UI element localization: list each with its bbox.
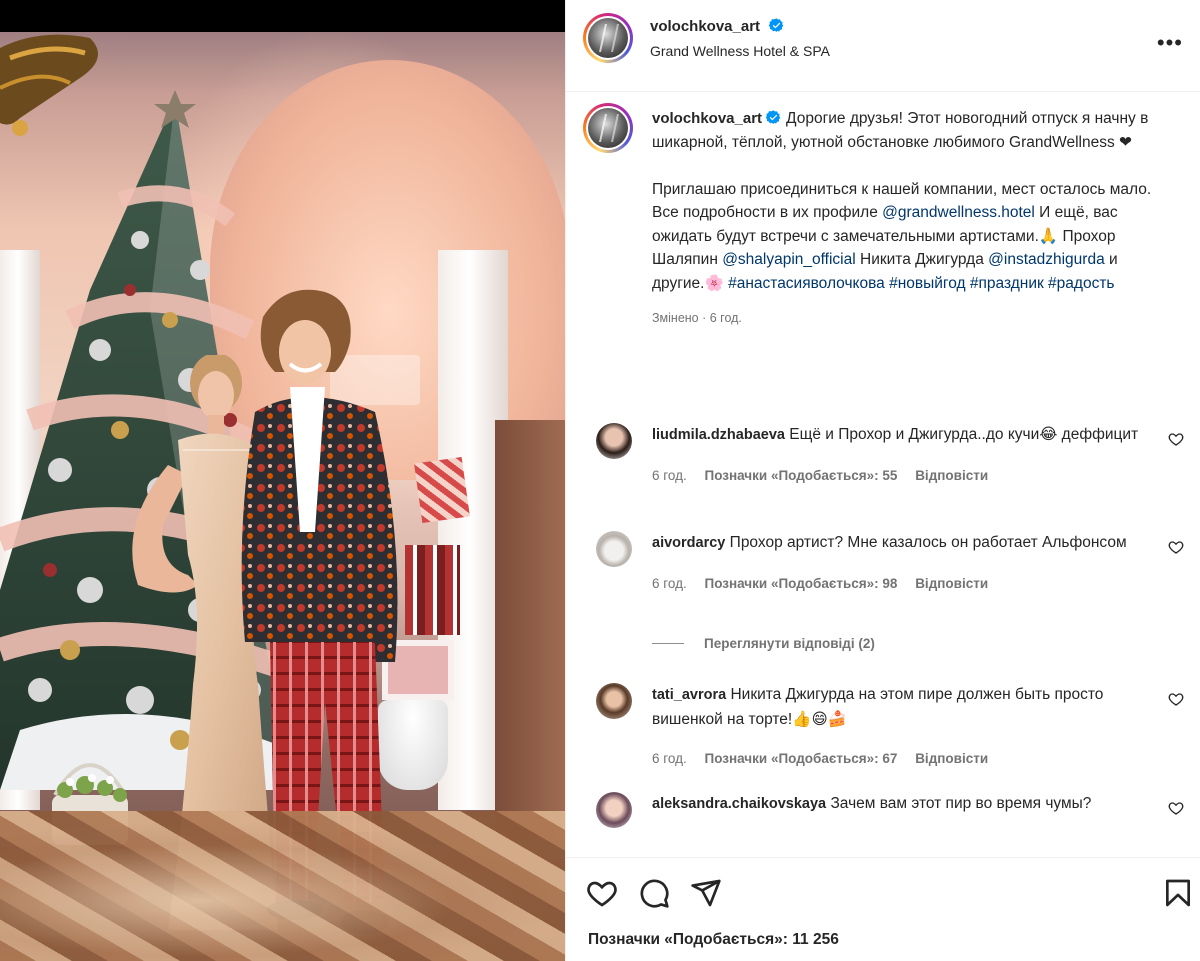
comment-text: Зачем вам этот пир во время чумы? (830, 795, 1092, 812)
post-likes-count[interactable]: Позначки «Подобається»: 11 256 (588, 931, 839, 949)
comment-reply-button[interactable]: Відповісти (915, 468, 988, 483)
commenter-username[interactable]: tati_avrora (652, 687, 726, 703)
comment-reply-button[interactable]: Відповісти (915, 576, 988, 591)
post-location[interactable]: Grand Wellness Hotel & SPA (650, 43, 830, 59)
comment-reply-button[interactable]: Відповісти (915, 751, 988, 766)
comment-meta: 6 год. Позначки «Подобається»: 55 Відпов… (652, 464, 1147, 488)
view-replies-label: Переглянути відповіді (2) (704, 636, 875, 651)
caption-author-avatar[interactable] (583, 103, 633, 153)
commenter-username[interactable]: liudmila.dzhabaeva (652, 427, 785, 443)
comment-body: aleksandra.chaikovskaya Зачем вам этот п… (652, 792, 1147, 817)
replies-divider-line (652, 643, 684, 644)
comment-likes[interactable]: Позначки «Подобається»: 98 (705, 576, 898, 591)
mention-grandwellness[interactable]: @grandwellness.hotel (882, 204, 1035, 221)
comment-text: Ещё и Прохор и Джигурда..до кучи😂 деффиц… (789, 426, 1139, 443)
comment-body: aivordarcy Прохор артист? Мне казалось о… (652, 531, 1147, 595)
comment-meta: 6 год. Позначки «Подобається»: 67 Відпов… (652, 747, 1147, 771)
author-info: volochkova_art Grand Wellness Hotel & SP… (650, 18, 830, 59)
mention-dzhigurda[interactable]: @instadzhigurda (988, 251, 1105, 268)
comment-time[interactable]: 6 год. (652, 576, 687, 591)
comment-icon[interactable] (638, 877, 670, 909)
post-side-panel: volochkova_art Grand Wellness Hotel & SP… (565, 0, 1200, 961)
comment-like-heart-icon[interactable] (1168, 691, 1184, 707)
post-actions-bar: Позначки «Подобається»: 11 256 (566, 857, 1200, 961)
post-header: volochkova_art Grand Wellness Hotel & SP… (566, 0, 1200, 92)
share-icon[interactable] (690, 877, 722, 909)
comment-time[interactable]: 6 год. (652, 468, 687, 483)
commenter-username[interactable]: aleksandra.chaikovskaya (652, 796, 826, 812)
post-photo[interactable] (0, 0, 565, 961)
caption-edited-time: Змінено · 6 год. (652, 311, 742, 325)
view-replies-button[interactable]: Переглянути відповіді (2) (652, 636, 875, 651)
commenter-avatar[interactable] (596, 792, 632, 828)
author-username[interactable]: volochkova_art (650, 18, 760, 35)
comment-like-heart-icon[interactable] (1168, 431, 1184, 447)
background-door (495, 420, 565, 840)
comment-likes[interactable]: Позначки «Подобається»: 55 (705, 468, 898, 483)
caption-paragraph-2c: Никита Джигурда (855, 251, 989, 268)
commenter-username[interactable]: aivordarcy (652, 535, 725, 551)
caption-hashtags[interactable]: #анастасияволочкова #новыйгод #праздник … (728, 275, 1114, 292)
author-avatar[interactable] (583, 13, 633, 63)
heart-icon[interactable] (586, 877, 618, 909)
comment-like-heart-icon[interactable] (1168, 800, 1184, 816)
comment-meta: 6 год. Позначки «Подобається»: 98 Відпов… (652, 572, 1147, 596)
comment-like-heart-icon[interactable] (1168, 539, 1184, 555)
floor (0, 811, 565, 961)
comments-scroll-area[interactable]: volochkova_art Дорогие друзья! Этот новог… (566, 93, 1200, 856)
caption-username[interactable]: volochkova_art (652, 110, 762, 127)
comment-body: liudmila.dzhabaeva Ещё и Прохор и Джигур… (652, 423, 1147, 487)
verified-badge-icon (768, 18, 783, 32)
comment-time[interactable]: 6 год. (652, 751, 687, 766)
comment-body: tati_avrora Никита Джигурда на этом пире… (652, 683, 1147, 771)
caption-text: volochkova_art Дорогие друзья! Этот новог… (652, 107, 1172, 331)
commenter-avatar[interactable] (596, 423, 632, 459)
commenter-avatar[interactable] (596, 531, 632, 567)
verified-badge-icon (766, 110, 781, 124)
commenter-avatar[interactable] (596, 683, 632, 719)
bookmark-icon[interactable] (1162, 877, 1194, 909)
comment-text: Прохор артист? Мне казалось он работает … (729, 534, 1127, 551)
comment-likes[interactable]: Позначки «Подобається»: 67 (705, 751, 898, 766)
more-options-icon[interactable]: ••• (1157, 30, 1183, 56)
mention-shalyapin[interactable]: @shalyapin_official (722, 251, 856, 268)
